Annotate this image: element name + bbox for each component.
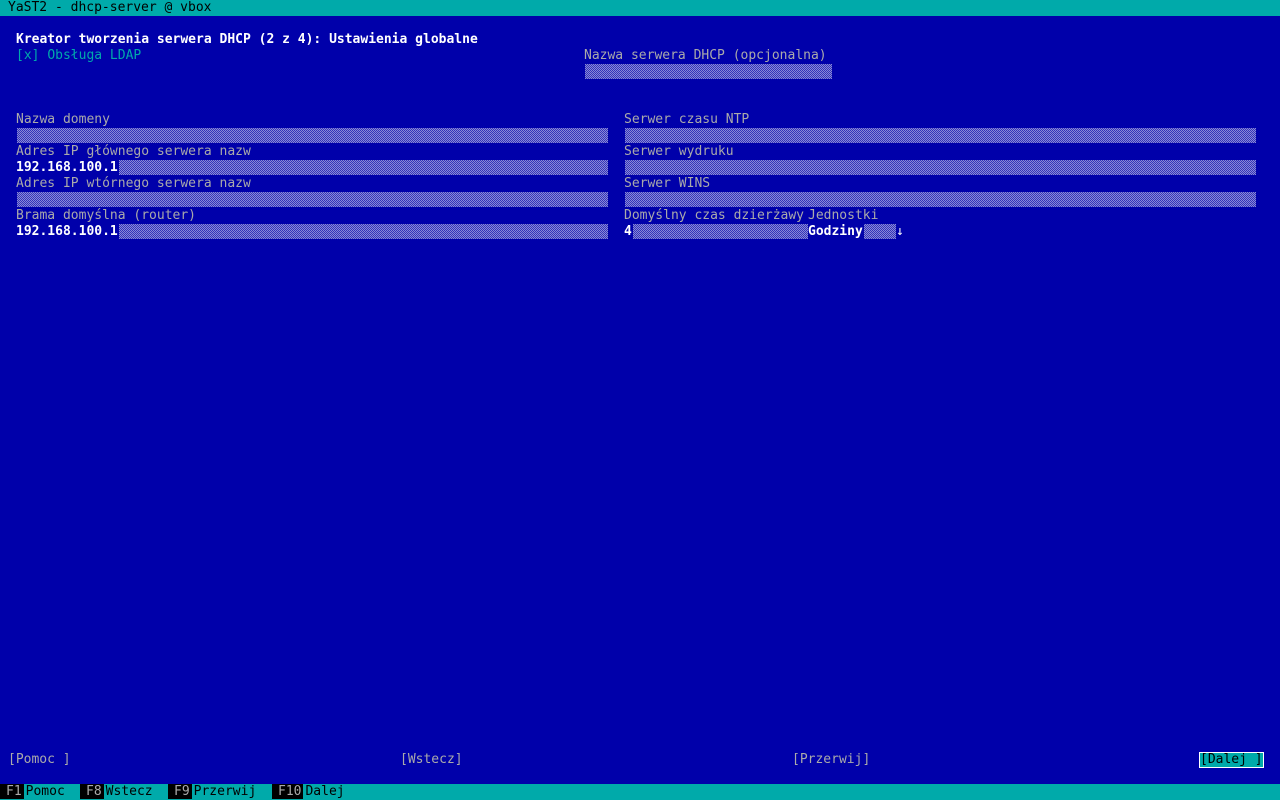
print-server-input[interactable] bbox=[624, 160, 1256, 175]
lease-time-input[interactable]: 4 bbox=[624, 224, 808, 239]
units-label: Jednostki bbox=[808, 208, 879, 223]
fkey-help[interactable]: F1 Pomoc bbox=[0, 784, 65, 800]
secondary-ns-input[interactable] bbox=[16, 192, 608, 207]
dhcp-server-name-input[interactable] bbox=[584, 64, 832, 79]
window-title: YaST2 - dhcp-server @ vbox bbox=[8, 0, 212, 15]
secondary-ns-label: Adres IP wtórnego serwera nazw bbox=[16, 176, 251, 191]
chevron-down-icon[interactable]: ↓ bbox=[896, 224, 904, 240]
domain-name-label: Nazwa domeny bbox=[16, 112, 110, 127]
primary-ns-input[interactable]: 192.168.100.1 bbox=[16, 160, 608, 175]
units-select[interactable]: Godziny bbox=[808, 224, 896, 239]
primary-ns-label: Adres IP głównego serwera nazw bbox=[16, 144, 251, 159]
abort-button[interactable]: [Przerwij] bbox=[792, 752, 870, 768]
dialog-heading: Kreator tworzenia serwera DHCP (2 z 4): … bbox=[16, 32, 478, 47]
gateway-label: Brama domyślna (router) bbox=[16, 208, 197, 223]
fkey-next[interactable]: F10 Dalej bbox=[272, 784, 345, 800]
help-button[interactable]: [Pomoc ] bbox=[8, 752, 71, 768]
ntp-label: Serwer czasu NTP bbox=[624, 112, 750, 127]
back-button[interactable]: [Wstecz] bbox=[400, 752, 463, 768]
next-button[interactable]: [Dalej ] bbox=[1199, 752, 1264, 768]
window-titlebar: YaST2 - dhcp-server @ vbox bbox=[0, 0, 1280, 16]
fkey-back[interactable]: F8 Wstecz bbox=[80, 784, 153, 800]
wins-label: Serwer WINS bbox=[624, 176, 711, 191]
gateway-input[interactable]: 192.168.100.1 bbox=[16, 224, 608, 239]
function-key-bar: F1 Pomoc F8 Wstecz F9 Przerwij F10 Dalej bbox=[0, 784, 1280, 800]
lease-time-label: Domyślny czas dzierżawy bbox=[624, 208, 805, 223]
fkey-abort[interactable]: F9 Przerwij bbox=[168, 784, 256, 800]
print-server-label: Serwer wydruku bbox=[624, 144, 734, 159]
ldap-checkbox[interactable]: [x] Obsługa LDAP bbox=[16, 48, 141, 64]
dhcp-server-name-label: Nazwa serwera DHCP (opcjonalna) bbox=[584, 48, 827, 63]
domain-name-input[interactable] bbox=[16, 128, 608, 143]
checkbox-mark: [x] bbox=[16, 48, 40, 63]
ldap-checkbox-label: Obsługa LDAP bbox=[47, 48, 142, 63]
ntp-input[interactable] bbox=[624, 128, 1256, 143]
wins-input[interactable] bbox=[624, 192, 1256, 207]
